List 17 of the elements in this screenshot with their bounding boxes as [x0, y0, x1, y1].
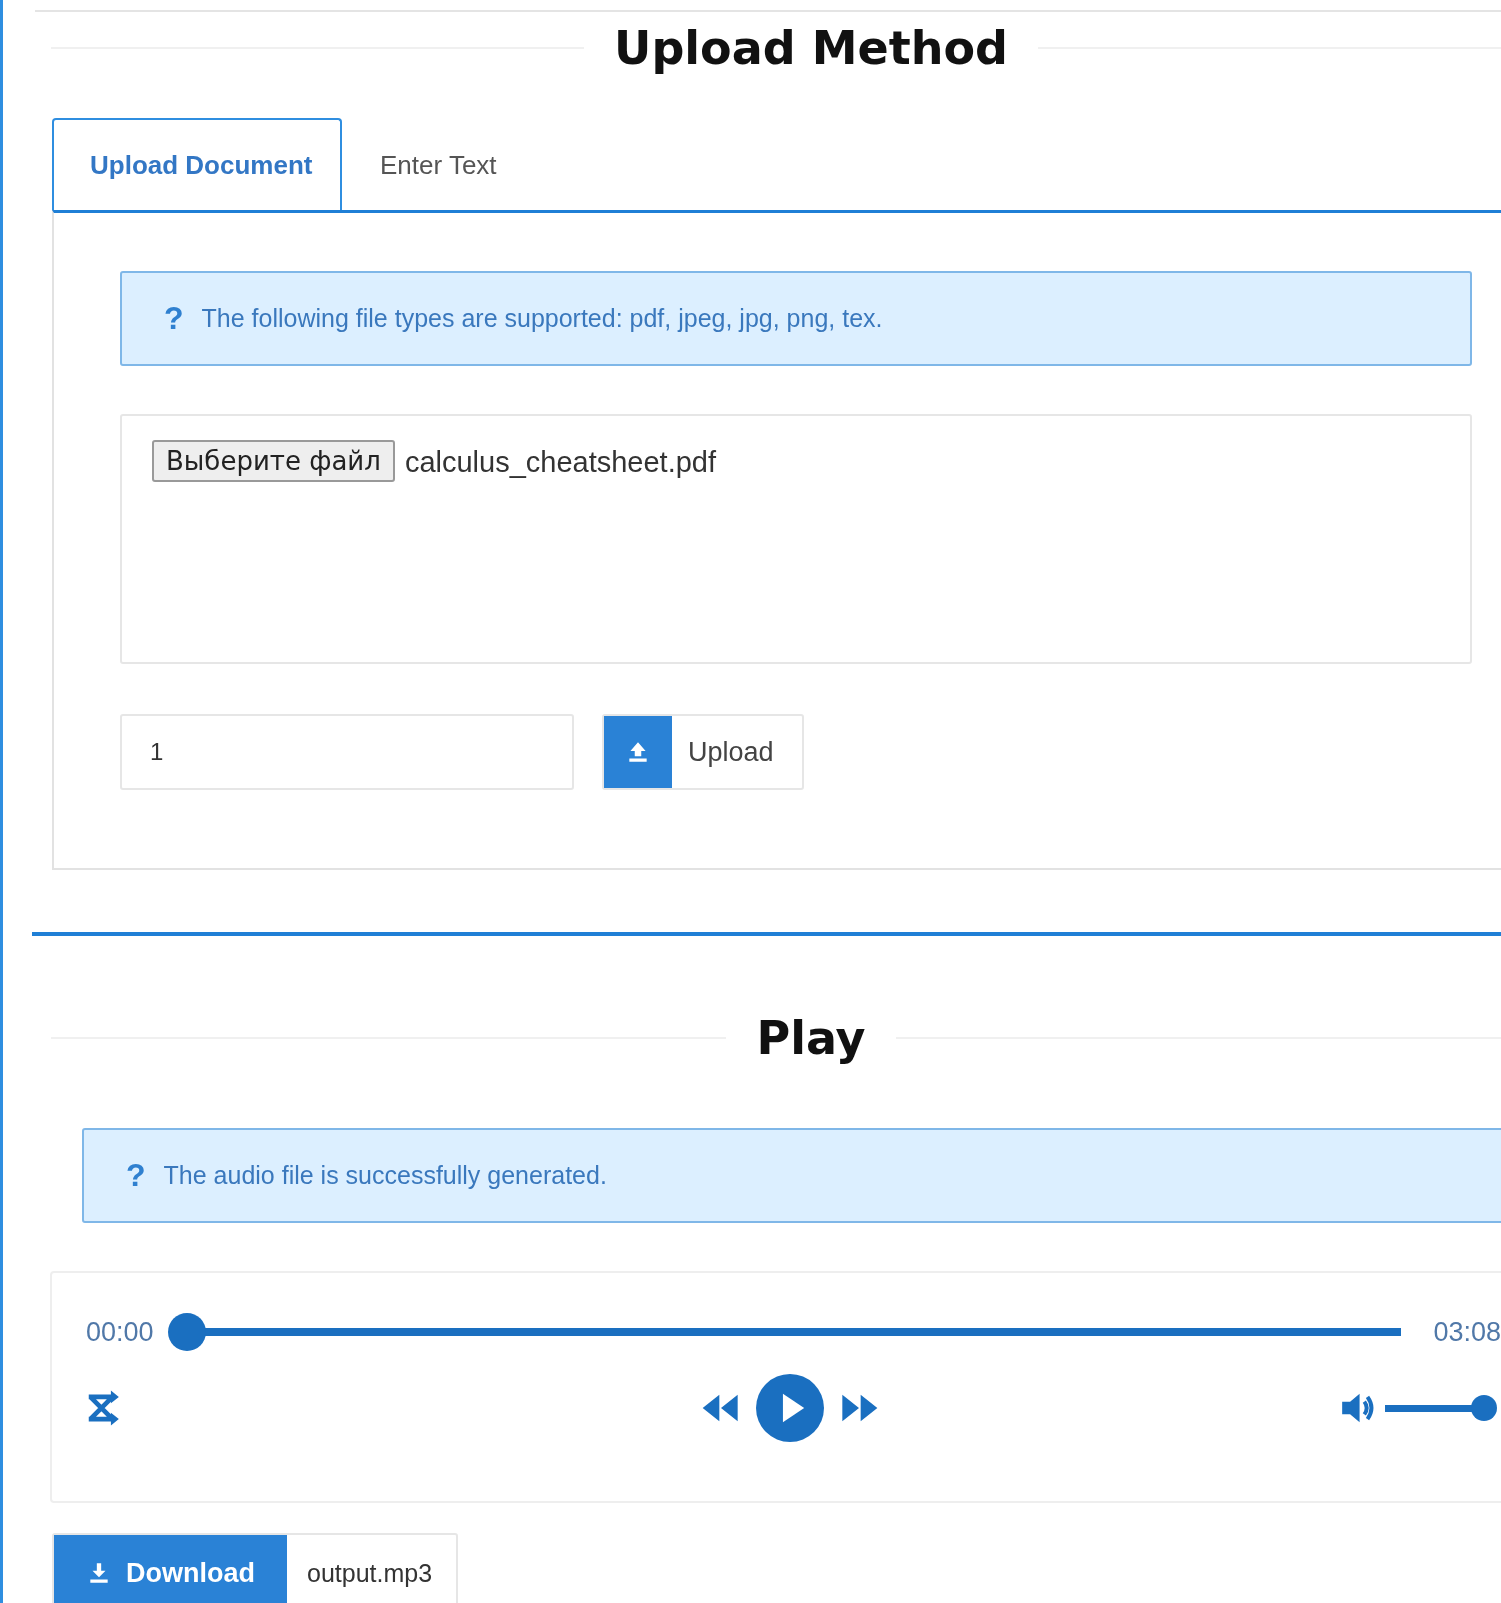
duration-time: 03:08: [1433, 1316, 1501, 1348]
info-text: The audio file is successfully generated.: [163, 1161, 607, 1190]
section-heading: Play: [756, 1011, 866, 1065]
info-text: The following file types are supported: pdf, jpeg, jpg, png, tex.: [201, 304, 883, 333]
download-button[interactable]: Download output.mp3: [52, 1533, 459, 1603]
number-field[interactable]: 1: [120, 714, 574, 790]
question-icon: ?: [164, 300, 184, 337]
progress-thumb[interactable]: [167, 1313, 206, 1351]
choose-file-button[interactable]: Выберите файл: [152, 440, 395, 482]
tab[interactable]: Upload Document: [52, 118, 342, 210]
upload-button[interactable]: Upload: [602, 714, 804, 790]
elapsed-time: 00:00: [86, 1316, 154, 1348]
file-name: calculus_cheatsheet.pdf: [404, 445, 717, 479]
question-icon: ?: [126, 1157, 146, 1194]
section-heading: Upload Method: [614, 21, 1008, 75]
play-icon[interactable]: [756, 1374, 824, 1442]
volume-thumb[interactable]: [1471, 1395, 1497, 1421]
